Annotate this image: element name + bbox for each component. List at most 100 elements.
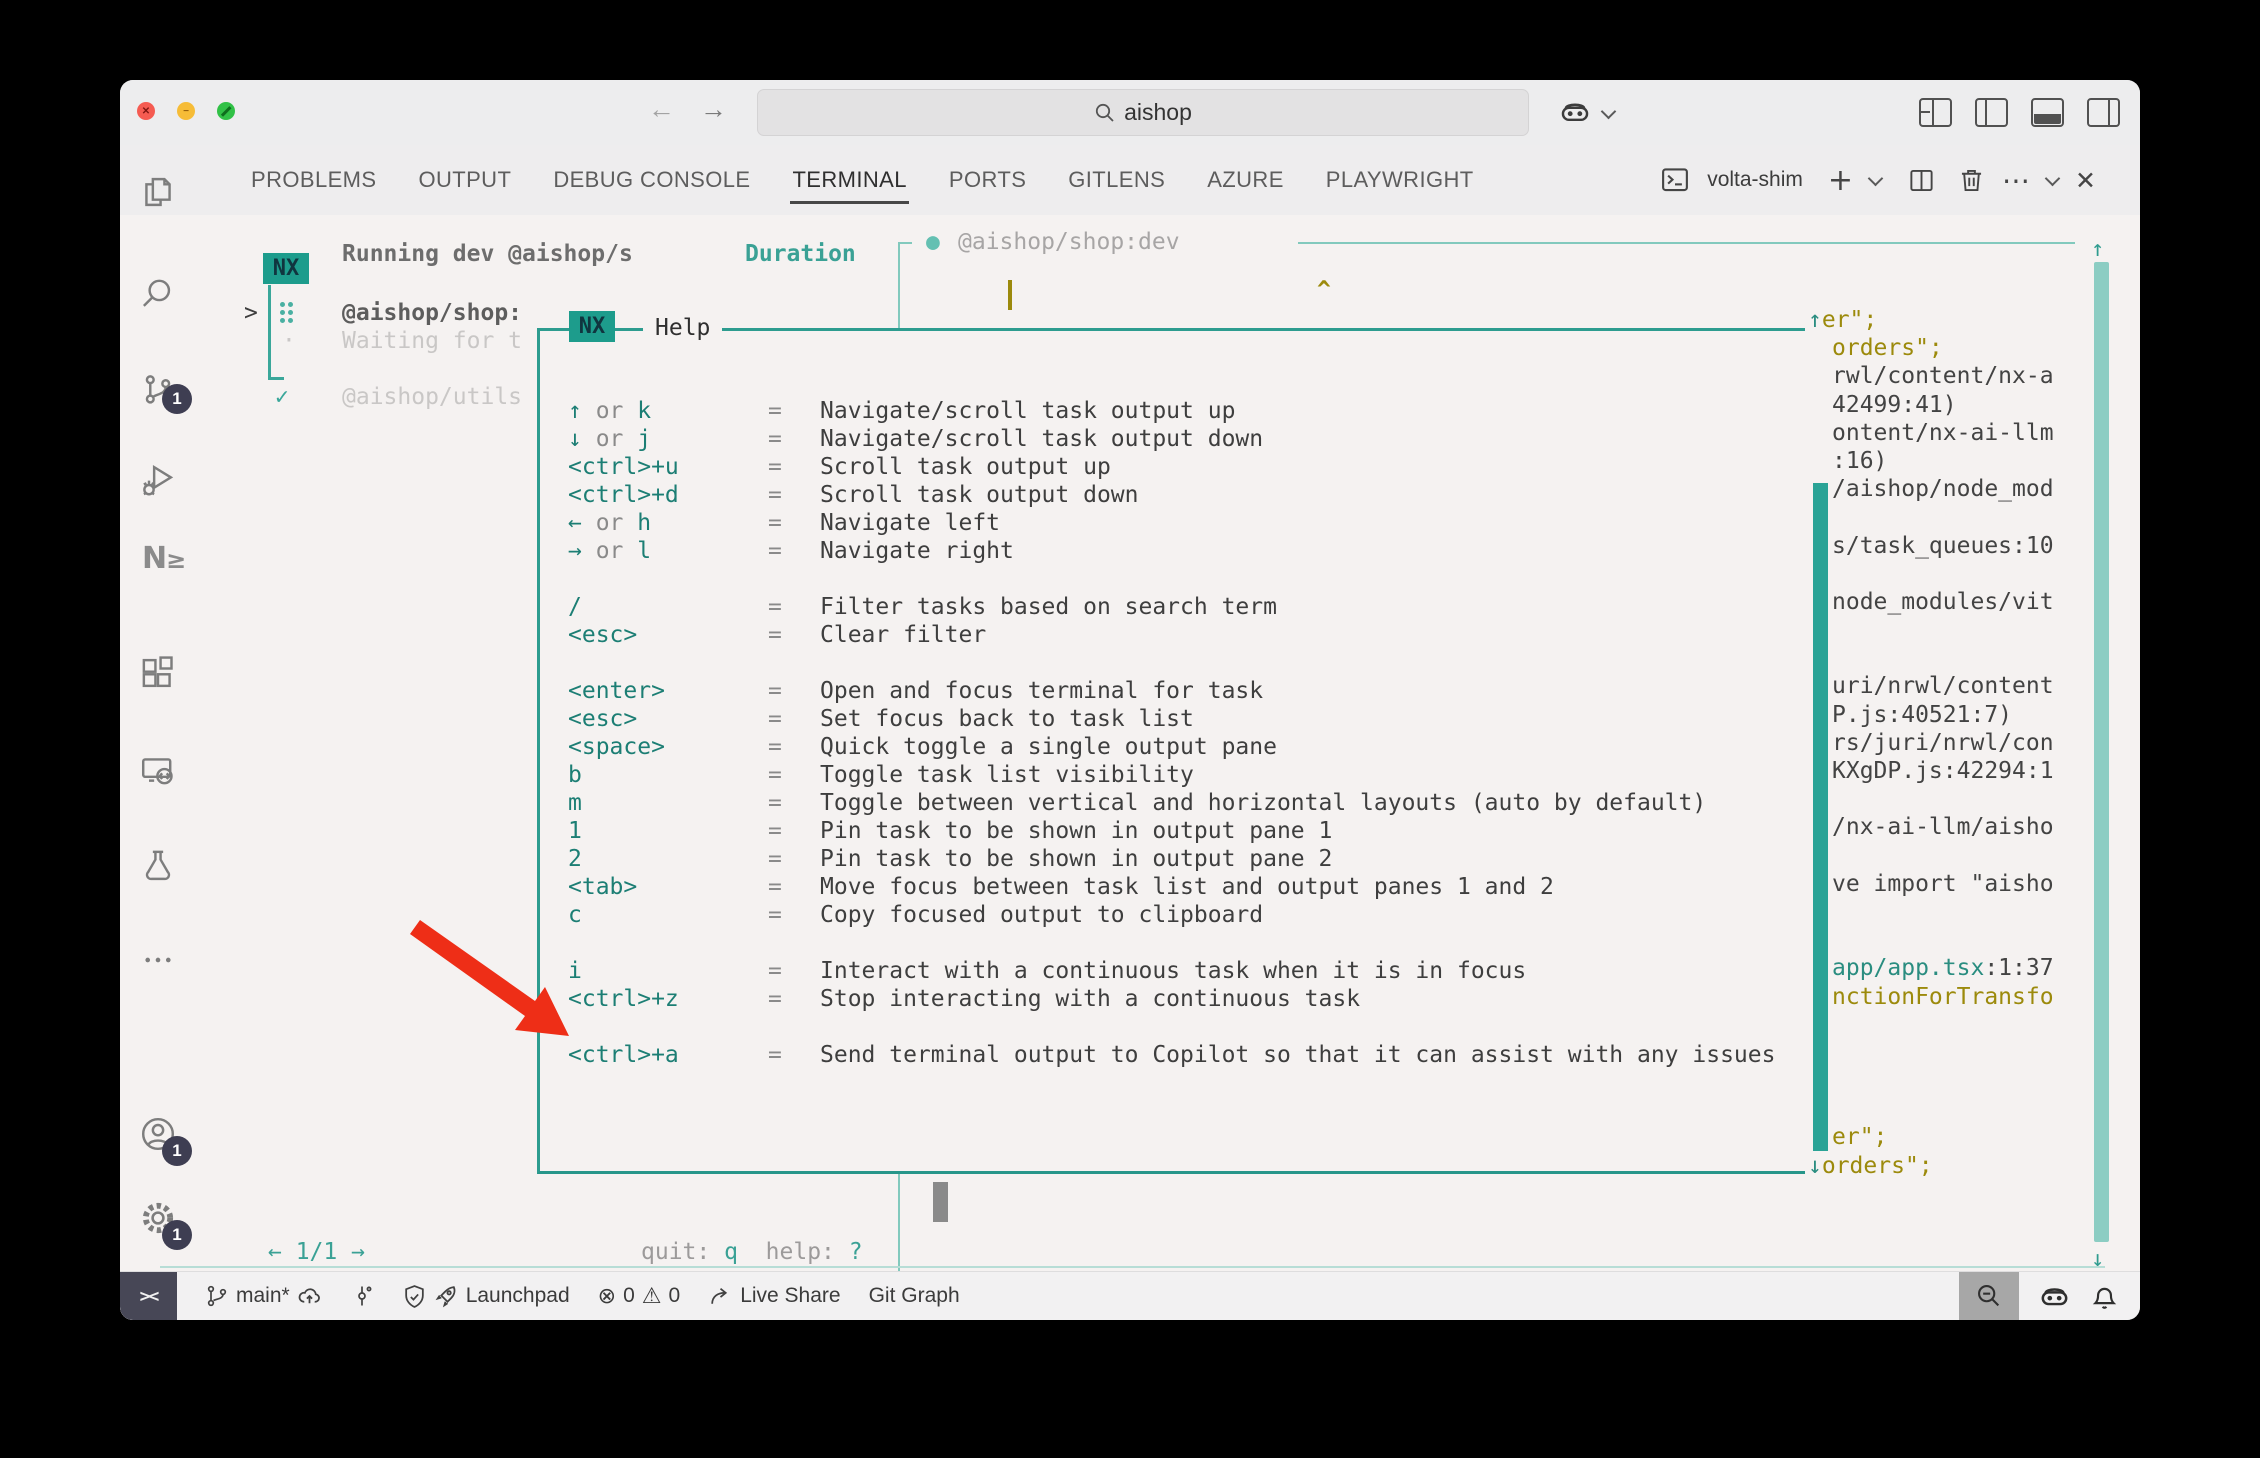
source-control-icon[interactable]: 1	[140, 372, 176, 408]
copilot-icon[interactable]	[1558, 95, 1592, 134]
remote-explorer-icon[interactable]	[140, 753, 176, 789]
toggle-primary-sidebar-icon[interactable]	[1975, 98, 2008, 127]
task-status-dot: ●	[926, 228, 940, 256]
help-overlay-title: Help	[643, 314, 722, 342]
duration-column-header: Duration	[745, 240, 856, 268]
new-terminal-dropdown-icon[interactable]	[1868, 170, 1884, 186]
output-inner-scrollbar[interactable]	[1813, 483, 1828, 1151]
warning-count: 0	[669, 1284, 681, 1308]
output-line	[1808, 560, 2054, 588]
tab-problems[interactable]: PROBLEMS	[251, 145, 376, 215]
remote-indicator[interactable]: ><	[120, 1272, 177, 1320]
error-count: 0	[623, 1284, 635, 1308]
nx-help-badge: NX	[569, 311, 615, 342]
tree-connector-elbow	[268, 377, 284, 380]
launchpad-label: Launchpad	[466, 1284, 570, 1308]
output-line: ve import "aisho	[1808, 870, 2054, 898]
scroll-up-icon[interactable]: ↑	[2091, 237, 2104, 262]
nav-forward-button[interactable]: →	[700, 94, 727, 125]
pager-nav[interactable]: ← 1/1 →	[268, 1238, 365, 1266]
copilot-status-icon[interactable]	[2038, 1280, 2071, 1313]
output-line: 42499:41)	[1808, 391, 2054, 419]
shell-cursor-block	[933, 1182, 948, 1222]
tab-ports[interactable]: PORTS	[949, 145, 1026, 215]
split-terminal-icon[interactable]	[1908, 167, 1935, 194]
settings-icon[interactable]: 1	[140, 1200, 176, 1236]
help-row: i=Interact with a continuous task when i…	[568, 957, 1775, 985]
terminal-scrollbar[interactable]	[2094, 262, 2109, 1242]
toggle-secondary-sidebar-icon[interactable]	[2087, 98, 2120, 127]
rocket-shield-icon	[402, 1284, 427, 1309]
launchpad-status[interactable]: Launchpad	[402, 1284, 570, 1309]
more-views-icon[interactable]	[140, 942, 176, 978]
help-row: <ctrl>+d=Scroll task output down	[568, 481, 1775, 509]
new-terminal-button[interactable]: +	[1828, 163, 1853, 198]
extensions-icon[interactable]	[140, 655, 176, 691]
close-panel-icon[interactable]: ✕	[2075, 166, 2096, 195]
help-label: help:	[766, 1239, 835, 1265]
run-debug-icon[interactable]	[140, 462, 176, 498]
help-row: → or l=Navigate right	[568, 537, 1775, 565]
output-line: ontent/nx-ai-llm	[1808, 419, 2054, 447]
error-icon: ⊗	[598, 1284, 616, 1309]
git-graph-status[interactable]: Git Graph	[869, 1284, 960, 1308]
task-status-text: Waiting for t	[342, 327, 522, 355]
accounts-badge: 1	[162, 1136, 192, 1166]
git-branch-icon	[205, 1284, 229, 1308]
tab-debug-console[interactable]: DEBUG CONSOLE	[553, 145, 750, 215]
accounts-icon[interactable]: 1	[140, 1116, 176, 1152]
search-icon	[1094, 102, 1115, 123]
close-window-button[interactable]: ✕	[137, 102, 155, 120]
warning-icon: ⚠	[642, 1284, 662, 1309]
more-actions-icon[interactable]: ⋯	[2002, 164, 2030, 197]
tab-output[interactable]: OUTPUT	[418, 145, 511, 215]
commit-graph-status[interactable]	[350, 1284, 374, 1308]
output-line: /aishop/node_mod	[1808, 475, 2054, 503]
tab-azure[interactable]: AZURE	[1207, 145, 1284, 215]
copilot-chevron-down-icon[interactable]	[1601, 104, 1617, 120]
branch-name: main*	[236, 1284, 290, 1308]
terminal-actions: volta-shim + ⋯ ✕	[1660, 145, 2096, 215]
search-icon[interactable]	[140, 275, 176, 311]
zoom-out-button[interactable]	[1959, 1272, 2019, 1320]
output-line	[1808, 842, 2054, 870]
help-row: ↓ or j=Navigate/scroll task output down	[568, 425, 1775, 453]
customize-layout-icon[interactable]	[1919, 98, 1952, 127]
output-pane-corner	[898, 242, 912, 244]
live-share-status[interactable]: Live Share	[708, 1284, 840, 1309]
output-line: ↑er";	[1808, 306, 2054, 334]
scroll-down-icon[interactable]: ↓	[2091, 1247, 2104, 1272]
toggle-panel-icon[interactable]	[2031, 98, 2064, 127]
output-line: s/task_queues:10	[1808, 532, 2054, 560]
nav-back-button[interactable]: ←	[648, 94, 675, 125]
tab-gitlens[interactable]: GITLENS	[1068, 145, 1165, 215]
running-task-item[interactable]: @aishop/shop:	[342, 299, 522, 327]
quit-label: quit:	[641, 1239, 710, 1265]
task-status-bullet: ·	[282, 327, 296, 355]
collapse-panel-chevron-icon[interactable]	[2045, 170, 2061, 186]
problems-status[interactable]: ⊗ 0 ⚠ 0	[598, 1284, 681, 1309]
bell-icon[interactable]	[2090, 1282, 2119, 1311]
scm-badge: 1	[162, 384, 192, 414]
task-spinner-icon	[280, 302, 293, 323]
tab-playwright[interactable]: PLAYWRIGHT	[1326, 145, 1474, 215]
nx-badge: NX	[263, 253, 309, 284]
tab-terminal[interactable]: TERMINAL	[792, 145, 906, 215]
help-row: <ctrl>+u=Scroll task output up	[568, 453, 1775, 481]
activity-bar: 1 N≥ 1	[120, 215, 196, 1272]
live-share-label: Live Share	[740, 1284, 840, 1308]
kill-terminal-trash-icon[interactable]	[1958, 167, 1985, 194]
help-row: m=Toggle between vertical and horizontal…	[568, 789, 1775, 817]
output-line	[1808, 503, 2054, 531]
nx-console-icon[interactable]: N≥	[142, 541, 178, 577]
zoom-window-button[interactable]	[217, 102, 235, 120]
completed-task-item[interactable]: @aishop/utils	[342, 383, 522, 411]
screenshot-stage: ✕ − ← → aishop	[0, 0, 2260, 1458]
minimize-window-button[interactable]: −	[177, 102, 195, 120]
explorer-icon[interactable]	[140, 174, 176, 210]
testing-icon[interactable]	[140, 848, 176, 884]
command-center-search[interactable]: aishop	[757, 89, 1529, 136]
git-branch-status[interactable]: main*	[205, 1284, 322, 1309]
active-terminal-name[interactable]: volta-shim	[1707, 168, 1803, 192]
terminal-text-cursor	[1008, 280, 1012, 310]
